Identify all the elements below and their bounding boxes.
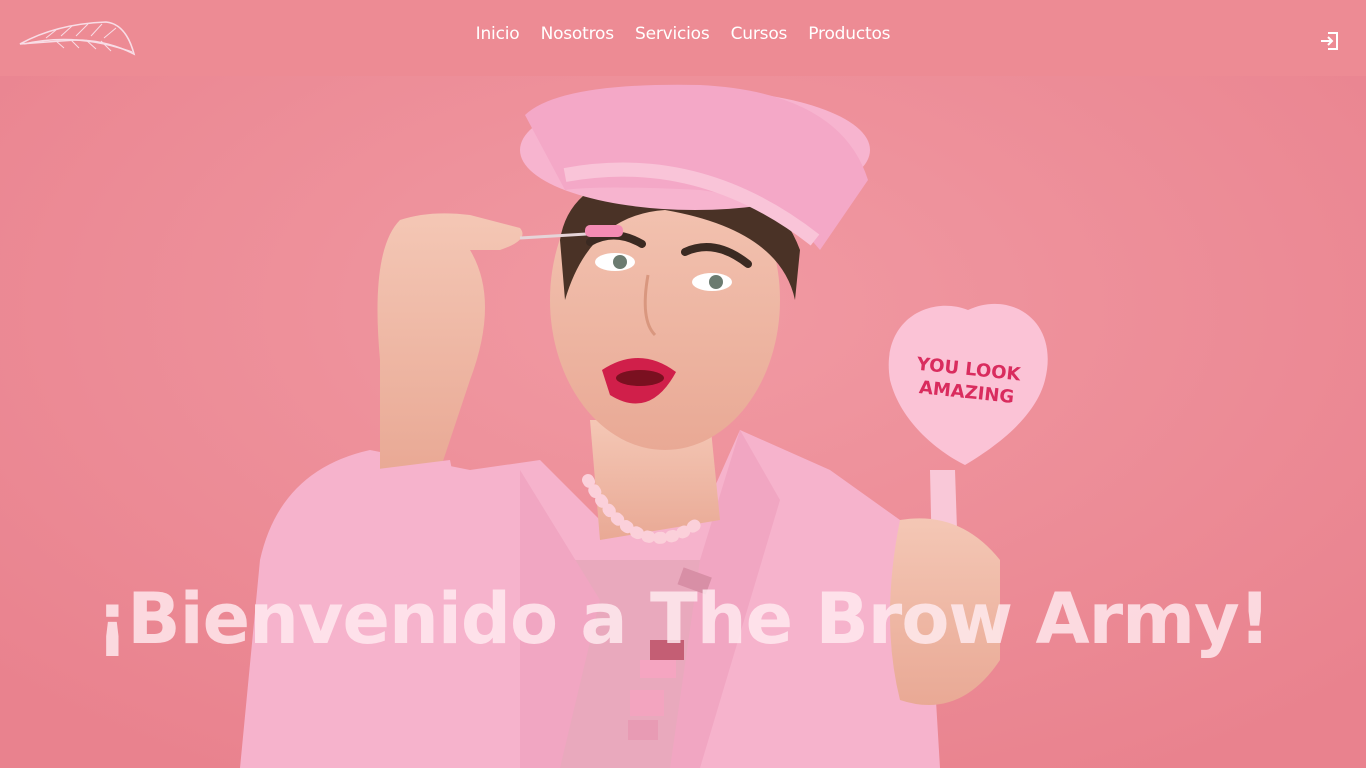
hero-title: ¡Bienvenido a The Brow Army! (96, 578, 1270, 660)
sign-in-icon[interactable] (1318, 29, 1342, 53)
nav-link-cursos[interactable]: Cursos (731, 24, 788, 44)
nav-link-productos[interactable]: Productos (808, 24, 890, 44)
nav-link-servicios[interactable]: Servicios (635, 24, 710, 44)
nav-link-inicio[interactable]: Inicio (476, 24, 520, 44)
nav-link-nosotros[interactable]: Nosotros (541, 24, 615, 44)
main-nav: Inicio Nosotros Servicios Cursos Product… (0, 24, 1366, 44)
top-navbar: Inicio Nosotros Servicios Cursos Product… (0, 0, 1366, 76)
